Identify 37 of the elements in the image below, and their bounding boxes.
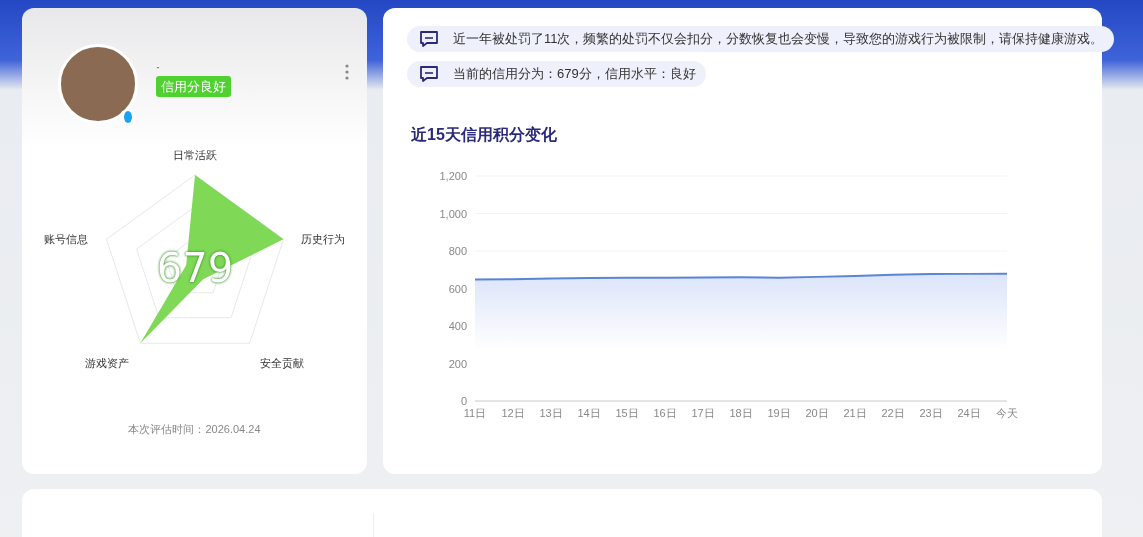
message-icon [419,30,439,48]
credit-level-badge: 信用分良好 [156,76,231,97]
x-tick-label: 15日 [615,407,639,419]
y-tick-label: 1,200 [439,170,467,182]
y-tick-label: 600 [448,282,467,295]
x-tick-label: 今天 [996,407,1018,419]
chart-title: 近15天信用积分变化 [411,125,558,145]
x-tick-label: 11日 [463,407,487,419]
x-tick-label: 17日 [691,407,715,419]
penguin-icon [120,108,136,126]
radar-axis-label: 安全贡献 [260,356,304,371]
radar-axis-label: 账号信息 [44,232,88,247]
radar-axis-label: 历史行为 [301,232,345,247]
notice-text: 近一年被处罚了11次，频繁的处罚不仅会扣分，分数恢复也会变慢，导致您的游戏行为被限制，请保持健康游戏。 [453,30,1104,49]
radar-axis-label: 游戏资产 [85,356,129,371]
y-tick-label: 0 [460,395,467,407]
evaluation-time: 本次评估时间：2026.04.24 [128,422,261,437]
y-tick-label: 1,000 [439,207,467,220]
message-icon [419,65,439,83]
radar-axis-label: 日常活跃 [173,148,217,163]
x-tick-label: 12日 [501,407,525,419]
x-tick-label: 13日 [539,407,563,419]
x-tick-label: 20日 [805,407,829,419]
x-tick-label: 22日 [881,407,905,419]
y-tick-label: 800 [448,245,467,257]
x-tick-label: 21日 [843,407,867,419]
x-tick-label: 16日 [653,407,677,419]
x-tick-label: 18日 [729,407,753,419]
user-name: · [156,60,161,74]
y-tick-label: 200 [448,357,467,370]
x-tick-label: 24日 [957,407,981,419]
notice-text: 当前的信用分为：679分，信用水平：良好 [453,65,696,84]
x-tick-label: 14日 [577,407,601,419]
more-options-icon[interactable] [345,64,349,80]
y-tick-label: 400 [448,320,467,332]
x-tick-label: 19日 [767,407,791,419]
x-tick-label: 23日 [919,407,943,419]
